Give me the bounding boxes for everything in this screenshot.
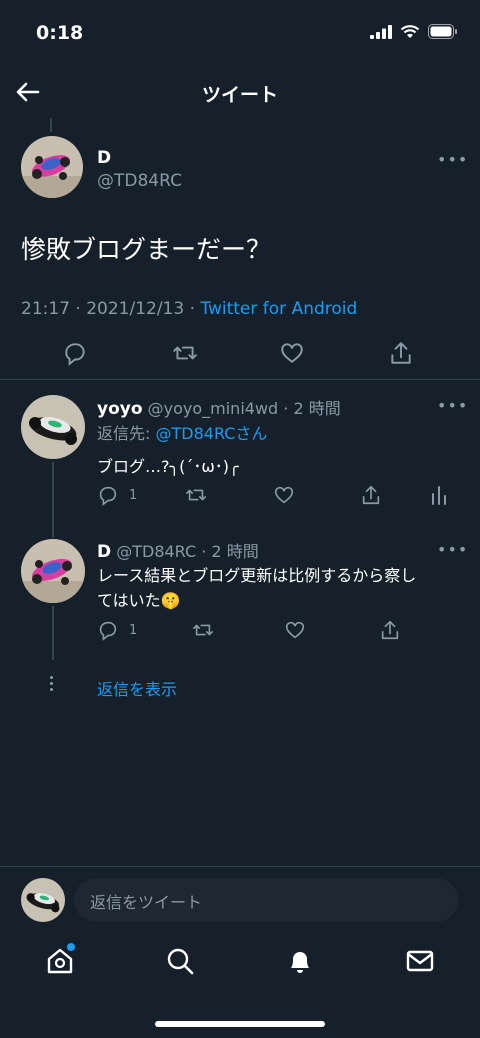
retweet-icon <box>173 346 197 360</box>
like-action[interactable] <box>279 340 305 370</box>
retweet-action[interactable] <box>191 619 215 645</box>
share-icon <box>362 485 380 505</box>
heart-icon <box>285 621 305 639</box>
tweet-author-handle: @TD84RC <box>97 171 182 191</box>
page-title: ツイート <box>201 84 278 106</box>
reply-handle-time: @yoyo_mini4wd · 2 時間 <box>147 399 341 418</box>
reply-count: 1 <box>129 622 138 638</box>
share-action[interactable] <box>360 484 382 510</box>
reply-to-label: 返信先: <box>97 424 156 443</box>
reply-to: 返信先: @TD84RCさん <box>97 420 267 444</box>
tab-notifications[interactable] <box>285 946 315 980</box>
thread-ellipsis-icon <box>50 676 54 691</box>
tweet-author-name: D <box>97 148 112 168</box>
like-action[interactable] <box>273 484 295 510</box>
tweet-text: 惨敗ブログまーだー？ <box>21 235 272 264</box>
rc-car-image <box>21 395 85 459</box>
home-indicator <box>155 1021 325 1027</box>
show-replies-link[interactable]: 返信を表示 <box>97 676 177 700</box>
more-options-icon[interactable]: ••• <box>437 150 468 169</box>
retweet-action[interactable] <box>171 340 199 370</box>
share-action[interactable] <box>388 340 414 370</box>
thread-line <box>52 532 54 538</box>
reply-text-line2: てはいた <box>97 591 161 610</box>
rc-car-image <box>21 878 65 922</box>
analytics-icon <box>432 486 446 505</box>
wifi-icon <box>400 24 420 38</box>
reply-author-name: yoyo <box>97 399 143 419</box>
notification-dot <box>67 943 75 951</box>
reply-action[interactable]: 1 <box>97 619 137 641</box>
status-bar: 0:18 <box>0 0 480 70</box>
retweet-action[interactable] <box>184 484 208 510</box>
thread-connector <box>50 118 52 132</box>
tab-messages[interactable] <box>405 946 435 980</box>
reply-header: yoyo @yoyo_mini4wd · 2 時間 <box>97 395 341 419</box>
thread-line <box>52 606 54 660</box>
reply-action[interactable]: 1 <box>97 484 137 506</box>
my-avatar[interactable] <box>21 878 65 922</box>
reply-icon <box>99 486 117 506</box>
reply-text-line: てはいた🤫 <box>97 588 467 613</box>
reply-count: 1 <box>129 487 138 503</box>
avatar[interactable] <box>21 539 85 603</box>
retweet-icon <box>186 489 206 501</box>
bell-icon <box>291 952 309 973</box>
tab-search[interactable] <box>165 946 195 980</box>
status-time: 0:18 <box>36 22 84 44</box>
more-options-icon[interactable]: ••• <box>437 396 468 415</box>
reply-header: D @TD84RC · 2 時間 <box>97 538 259 562</box>
reply-to-link[interactable]: @TD84RCさん <box>155 424 267 443</box>
reply-text-line: レース結果とブログ更新は比例するから察し <box>97 566 417 585</box>
share-icon <box>381 620 399 640</box>
reply-text: ブログ…?╮(´･ω･)╭ <box>97 457 239 476</box>
reply-author-name: D <box>97 542 112 562</box>
like-action[interactable] <box>284 619 306 645</box>
retweet-icon <box>193 624 213 636</box>
share-action[interactable] <box>379 619 401 645</box>
tweet-meta: 21:17 · 2021/12/13 · Twitter for Android <box>21 299 357 319</box>
heart-icon <box>274 486 294 504</box>
divider <box>0 866 480 867</box>
more-options-icon[interactable]: ••• <box>437 540 468 559</box>
tweet-source-link[interactable]: Twitter for Android <box>200 299 357 319</box>
reply-input-placeholder: 返信をツイート <box>90 893 203 912</box>
status-icons <box>370 24 458 39</box>
reply-text: レース結果とブログ更新は比例するから察し てはいた🤫 <box>97 563 467 613</box>
heart-icon <box>281 343 303 363</box>
reply-action[interactable] <box>62 340 88 370</box>
avatar[interactable] <box>21 395 85 459</box>
rc-car-image <box>21 539 85 603</box>
reply-handle-time: @TD84RC · 2 時間 <box>116 542 259 561</box>
reply-icon <box>99 621 117 641</box>
thread-line <box>52 462 54 532</box>
shushing-face-emoji: 🤫 <box>160 591 181 610</box>
divider <box>0 379 480 380</box>
search-icon <box>167 948 194 975</box>
avatar[interactable] <box>21 136 83 198</box>
rc-car-image <box>21 136 83 198</box>
mail-icon <box>406 950 434 972</box>
tweet-timestamp: 21:17 · 2021/12/13 · <box>21 299 201 319</box>
battery-icon <box>428 24 457 39</box>
tab-home[interactable] <box>45 943 75 980</box>
analytics-action[interactable] <box>430 484 448 510</box>
reply-icon <box>65 343 85 366</box>
signal-icon <box>370 24 392 39</box>
share-icon <box>391 342 411 364</box>
